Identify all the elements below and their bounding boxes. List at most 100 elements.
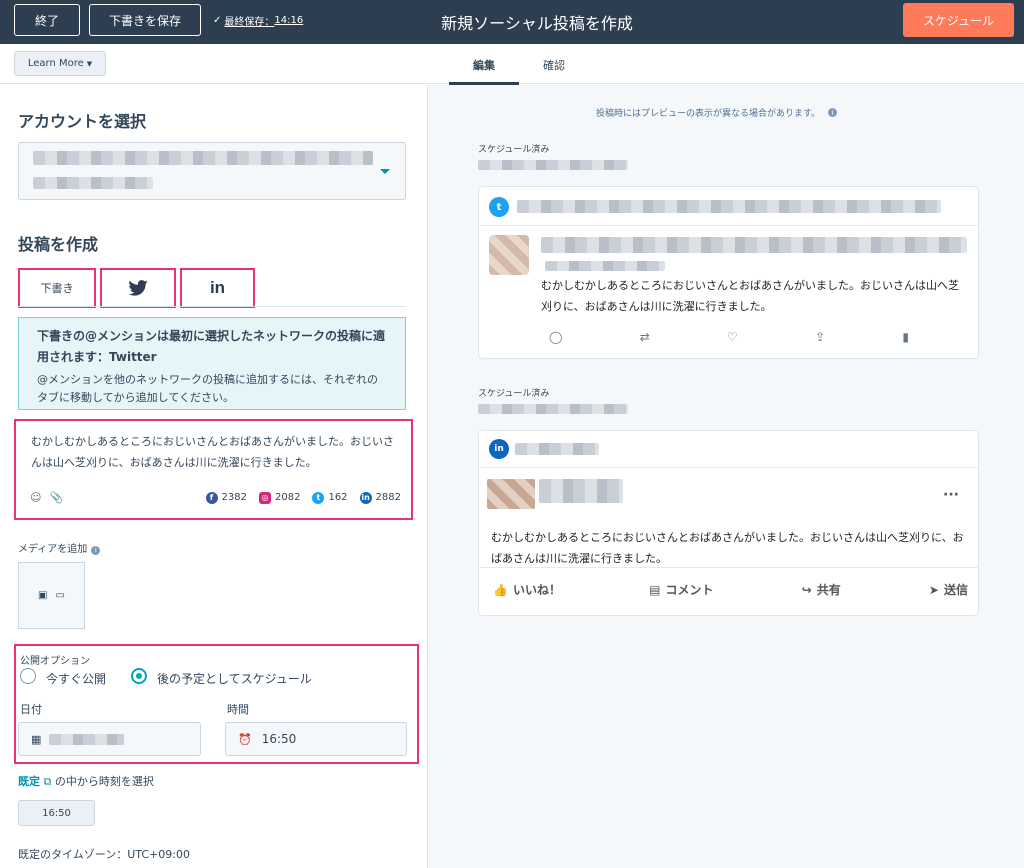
avatar [487, 479, 535, 509]
preset-time-chip[interactable]: 16:50 [18, 800, 95, 826]
timezone-label: 既定のタイムゾーン：UTC+09:00 [18, 848, 190, 861]
tab-draft-label: 下書き [40, 282, 74, 295]
image-icon: ▣ [38, 590, 48, 601]
info-icon: i [828, 108, 838, 117]
tab-twitter[interactable] [100, 268, 176, 308]
twitter-scheduled-label: スケジュール済み [478, 145, 550, 155]
linkedin-icon: in [489, 439, 509, 459]
twitter-account-redacted [517, 200, 941, 213]
exit-button[interactable]: 終了 [14, 4, 80, 36]
facebook-count: 2382 [221, 492, 247, 503]
tab-linkedin[interactable]: in [180, 268, 255, 308]
comment-icon: ▤ [649, 582, 661, 597]
twitter-actions: ◯ ⇄ ♡ ⇪ ▮ [549, 330, 909, 344]
account-select[interactable] [18, 142, 406, 200]
preview-note: 投稿時にはプレビューの表示が異なる場合があります。 i [596, 106, 838, 119]
linkedin-schedule-time-redacted [478, 404, 628, 414]
li-like-label: いいね！ [512, 583, 561, 597]
publish-now-label: 今すぐ公開 [46, 672, 107, 686]
twitter-schedule-time-redacted [478, 160, 628, 170]
twitter-icon [128, 280, 148, 296]
reply-icon: ◯ [549, 330, 563, 344]
linkedin-icon: in [209, 278, 226, 297]
schedule-later-radio[interactable] [131, 668, 147, 684]
calendar-icon: ▦ [31, 732, 42, 746]
linkedin-post-text: むかしむかしあるところにおじいさんとおばあさんがいました。おじいさんは山へ芝刈り… [491, 531, 964, 565]
twitter-post-text: むかしむかしあるところにおじいさんとおばあさんがいました。おじいさんは山へ芝刈り… [541, 279, 959, 313]
twitter-name-redacted [541, 237, 967, 253]
publish-now-radio[interactable] [20, 668, 36, 684]
account-detail-redacted [33, 177, 153, 189]
schedule-button[interactable]: スケジュール [903, 3, 1014, 37]
facebook-icon: f [205, 491, 218, 504]
preset-link[interactable]: 既定 [18, 775, 40, 788]
twitter-preview-card: t むかしむかしあるところにおじいさんとおばあさんがいました。おじいさんは山へ芝… [478, 186, 979, 359]
save-draft-button[interactable]: 下書きを保存 [89, 4, 201, 36]
instagram-count: 2082 [275, 492, 301, 503]
li-send-label: 送信 [943, 583, 968, 597]
preset-time-row: 既定 ⧉ の中から時刻を選択 [18, 773, 154, 789]
post-text-editor[interactable]: むかしむかしあるところにおじいさんとおばあさんがいました。おじいさんは山へ芝刈り… [14, 419, 413, 520]
learn-more-label: Learn More [27, 58, 84, 69]
preview-note-text: 投稿時にはプレビューの表示が異なる場合があります。 [596, 109, 821, 119]
sub-bar: Learn More ▼ 編集 確認 [0, 44, 1024, 85]
linkedin-account-redacted [515, 443, 599, 455]
instagram-icon: ◎ [259, 491, 271, 504]
add-media-button[interactable]: ▣ ▭ [18, 562, 85, 629]
preset-suffix: の中から時刻を選択 [54, 775, 154, 788]
more-icon: ··· [943, 487, 959, 503]
twitter-handle-redacted [545, 261, 665, 271]
last-saved-time: 14:16 [274, 15, 304, 26]
tab-edit[interactable]: 編集 [473, 57, 495, 73]
li-send: ➤ 送信 [929, 581, 968, 598]
linkedin-count: 2882 [375, 492, 401, 503]
time-label: 時間 [227, 703, 249, 716]
account-heading: アカウントを選択 [18, 112, 147, 131]
account-name-redacted [33, 151, 373, 165]
external-link-icon: ⧉ [43, 775, 52, 788]
linkedin-icon: in [359, 491, 372, 504]
like-icon: ♡ [727, 330, 738, 344]
info-body: @メンションを他のネットワークの投稿に追加するには、それぞれのタブに移動してから… [37, 373, 378, 404]
date-input[interactable]: ▦ [18, 722, 201, 756]
post-text: むかしむかしあるところにおじいさんとおばあさんがいました。おじいさんは山へ芝刈り… [31, 435, 394, 469]
last-saved-status: ✓ 最終保存： 14:16 [213, 13, 303, 28]
linkedin-name-redacted [539, 479, 623, 503]
check-icon: ✓ [213, 15, 222, 26]
add-media-text: メディアを追加 [18, 544, 88, 555]
add-media-label: メディアを追加 i [18, 540, 101, 555]
date-label: 日付 [20, 703, 42, 716]
li-share-label: 共有 [816, 583, 841, 597]
thumbs-up-icon: 👍 [493, 582, 508, 597]
publish-options: 公開オプション 今すぐ公開 後の予定としてスケジュール 日付 時間 ▦ ⏰ 16… [14, 644, 419, 764]
analytics-icon: ▮ [902, 330, 909, 344]
share-arrow-icon: ↪ [801, 582, 812, 597]
linkedin-scheduled-label: スケジュール済み [478, 389, 550, 399]
li-share: ↪ 共有 [802, 581, 841, 598]
li-comment-label: コメント [665, 583, 714, 597]
emoji-icon[interactable]: ☺ [30, 487, 41, 508]
li-like: 👍 いいね！ [493, 581, 561, 598]
share-icon: ⇪ [815, 330, 826, 344]
twitter-icon: t [312, 491, 325, 504]
time-input[interactable]: ⏰ 16:50 [225, 722, 407, 756]
attachment-icon[interactable]: 📎 [49, 487, 63, 508]
info-icon: i [91, 545, 101, 555]
top-bar: 終了 下書きを保存 ✓ 最終保存： 14:16 新規ソーシャル投稿を作成 スケジ… [0, 0, 1024, 44]
twitter-icon: t [489, 197, 509, 217]
post-heading: 投稿を作成 [18, 235, 99, 254]
avatar [489, 235, 529, 275]
schedule-later-label: 後の予定としてスケジュール [157, 672, 312, 686]
page-title: 新規ソーシャル投稿を作成 [441, 14, 633, 33]
linkedin-actions: 👍 いいね！ ▤ コメント ↪ 共有 ➤ 送信 [493, 581, 968, 598]
info-title: 下書きの@メンションは最初に選択したネットワークの投稿に適用されます：Twitt… [37, 329, 386, 364]
learn-more-dropdown[interactable]: Learn More ▼ [14, 51, 106, 76]
tab-review[interactable]: 確認 [543, 57, 565, 73]
twitter-count: 162 [328, 492, 348, 503]
tabs-divider [18, 306, 406, 307]
alarm-clock-icon: ⏰ [238, 732, 252, 746]
video-icon: ▭ [55, 590, 65, 601]
mention-info-alert: 下書きの@メンションは最初に選択したネットワークの投稿に適用されます：Twitt… [18, 317, 406, 410]
tab-draft[interactable]: 下書き [18, 268, 96, 308]
date-value-redacted [49, 734, 124, 745]
